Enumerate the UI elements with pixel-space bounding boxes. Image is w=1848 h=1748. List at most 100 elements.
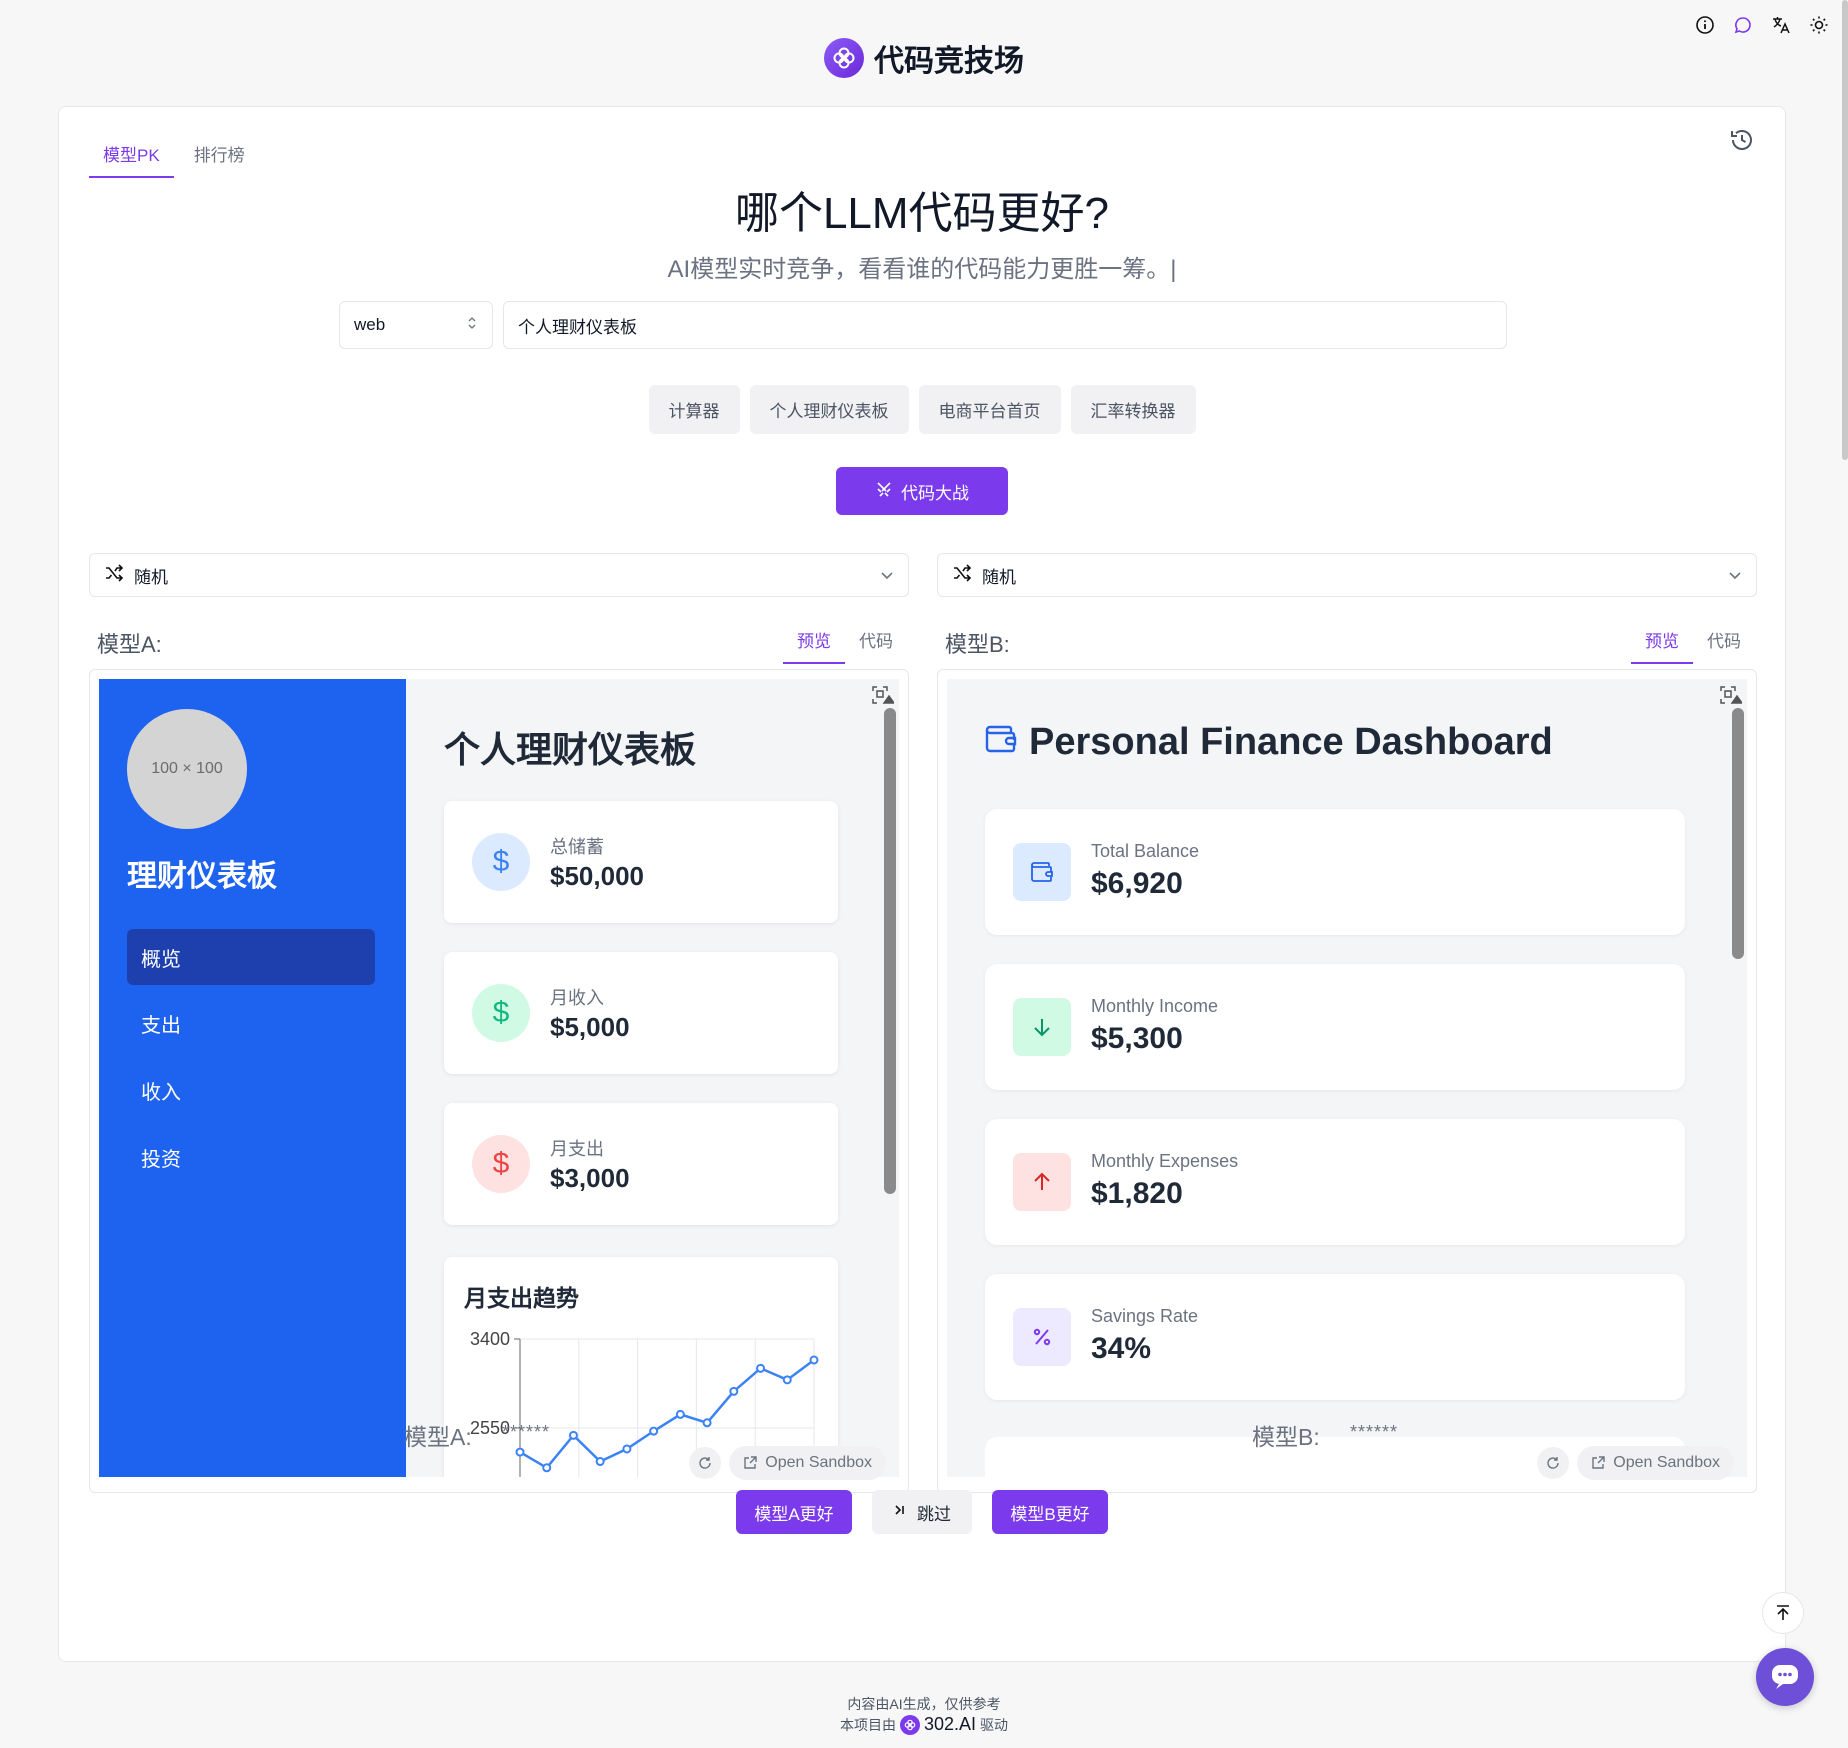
- chevron-down-icon: [880, 565, 894, 585]
- stat-label: 月收入: [550, 988, 604, 1008]
- chart-card: 月支出趋势 3400 2550 1700: [444, 1257, 838, 1477]
- wallet-icon: [985, 721, 1017, 764]
- stat-label: 总储蓄: [550, 837, 604, 857]
- chart-point: [542, 1463, 552, 1473]
- type-select-value: web: [354, 315, 386, 334]
- chart-point: [782, 1375, 792, 1385]
- stat-value: 34%: [1091, 1332, 1152, 1365]
- skip-icon: [893, 1502, 907, 1522]
- swords-icon: [875, 480, 893, 503]
- sidebar-item-overview[interactable]: 概览: [127, 929, 375, 985]
- history-icon[interactable]: [1727, 125, 1757, 155]
- fullscreen-icon[interactable]: [868, 680, 898, 710]
- footer-prefix: 本项目由: [839, 1716, 896, 1733]
- tab-preview-a[interactable]: 预览: [783, 613, 845, 664]
- arrow-down-icon: [1013, 998, 1071, 1056]
- a-sidebar: 100 × 100 理财仪表板 概览 支出 收入 投资: [99, 679, 406, 1477]
- chat-icon: [1772, 1665, 1798, 1689]
- shuffle-icon: [952, 563, 972, 587]
- prompt-input[interactable]: [503, 301, 1507, 349]
- vote-a-better-button[interactable]: 模型A更好: [736, 1490, 852, 1534]
- stat-value: $5,300: [1091, 1022, 1183, 1055]
- model-a-select[interactable]: 随机: [89, 553, 909, 597]
- example-chips: 计算器 个人理财仪表板 电商平台首页 汇率转换器: [59, 385, 1785, 434]
- stat-value: $6,920: [1091, 867, 1183, 900]
- chip-finance-dashboard[interactable]: 个人理财仪表板: [749, 385, 909, 434]
- open-sandbox-label: Open Sandbox: [1613, 1454, 1720, 1471]
- preview-a-scrollbar[interactable]: [884, 708, 896, 1468]
- chart-point: [595, 1457, 605, 1467]
- model-b-select[interactable]: 随机: [937, 553, 1757, 597]
- stat-card-monthly-income: Monthly Income $5,300: [985, 964, 1685, 1090]
- footer-suffix: 驱动: [980, 1716, 1009, 1733]
- preview-a-frame: 100 × 100 理财仪表板 概览 支出 收入 投资 个人理财仪表板 $ 总储…: [99, 679, 899, 1477]
- vote-b-better-button[interactable]: 模型B更好: [992, 1490, 1108, 1534]
- external-link-icon: [744, 1456, 757, 1469]
- scrollbar-thumb[interactable]: [884, 708, 896, 1194]
- chat-button[interactable]: [1756, 1648, 1814, 1706]
- refresh-icon[interactable]: [1537, 1447, 1570, 1479]
- stat-label: 月支出: [550, 1139, 604, 1159]
- tab-model-pk[interactable]: 模型PK: [89, 129, 174, 178]
- sidebar-item-expenses[interactable]: 支出: [127, 995, 375, 1051]
- chip-currency-converter[interactable]: 汇率转换器: [1070, 385, 1196, 434]
- open-sandbox-button[interactable]: Open Sandbox: [729, 1446, 886, 1480]
- sidebar-item-income[interactable]: 收入: [127, 1062, 375, 1118]
- main-card: 模型PK 排行榜 哪个LLM代码更好? AI模型实时竞争，看看谁的代码能力更胜一…: [58, 106, 1786, 1662]
- dollar-icon: $: [472, 833, 530, 891]
- stat-card-savings: $ 总储蓄 $50,000: [444, 801, 838, 923]
- model-b-label: 模型B:: [945, 632, 1010, 657]
- preview-b-frame: Personal Finance Dashboard Total Balance…: [947, 679, 1747, 1477]
- scroll-to-top-button[interactable]: [1762, 1592, 1804, 1634]
- hero-subtitle: AI模型实时竞争，看看谁的代码能力更胜一筹。|: [667, 256, 1177, 283]
- scrollbar-thumb[interactable]: [1732, 708, 1744, 959]
- model-a-select-value: 随机: [134, 567, 168, 587]
- model-a-label: 模型A:: [97, 632, 162, 657]
- sidebar-item-investment[interactable]: 投资: [127, 1129, 375, 1185]
- stat-card-expense: $ 月支出 $3,000: [444, 1103, 838, 1225]
- fullscreen-icon[interactable]: [1716, 680, 1746, 710]
- a-content: 个人理财仪表板 $ 总储蓄 $50,000 $ 月收入 $5,000 $ 月支出…: [406, 679, 899, 1477]
- result-b-label: 模型B:: [1252, 1424, 1320, 1450]
- chip-ecommerce-home[interactable]: 电商平台首页: [918, 385, 1061, 434]
- dollar-icon: $: [472, 984, 530, 1042]
- chart-point: [622, 1444, 632, 1454]
- page-title: Personal Finance Dashboard: [985, 721, 1553, 764]
- chevron-down-icon: [1728, 565, 1742, 585]
- chart-point: [756, 1363, 766, 1373]
- brand-name: 代码竞技场: [874, 45, 1024, 78]
- tab-leaderboard[interactable]: 排行榜: [180, 129, 259, 178]
- open-sandbox-button[interactable]: Open Sandbox: [1577, 1446, 1734, 1480]
- model-b-view-tabs: 预览 代码: [1631, 613, 1755, 664]
- avatar: 100 × 100: [127, 709, 247, 829]
- stat-value: $1,820: [1091, 1177, 1183, 1210]
- chip-calculator[interactable]: 计算器: [648, 385, 740, 434]
- footer-brand[interactable]: 302.AI: [924, 1714, 976, 1735]
- preview-b-scrollbar[interactable]: [1732, 708, 1744, 1468]
- refresh-icon[interactable]: [689, 1447, 722, 1479]
- arrow-up-to-line-icon: [1777, 1605, 1789, 1620]
- chart-point: [675, 1409, 685, 1419]
- b-content: Personal Finance Dashboard Total Balance…: [947, 679, 1747, 1477]
- code-battle-label: 代码大战: [901, 483, 969, 503]
- result-a-label: 模型A:: [404, 1424, 472, 1450]
- skip-button[interactable]: 跳过: [872, 1490, 972, 1534]
- tab-code-a[interactable]: 代码: [845, 613, 907, 664]
- sidebar-title: 理财仪表板: [127, 860, 277, 893]
- external-link-icon: [1592, 1456, 1605, 1469]
- shuffle-icon: [104, 563, 124, 587]
- hero-title: 哪个LLM代码更好?: [734, 189, 1110, 238]
- chart-tick-label: 3400: [470, 1329, 510, 1349]
- result-b-value: ******: [1350, 1422, 1399, 1442]
- chart-point: [729, 1386, 739, 1396]
- stat-card-monthly-expenses: Monthly Expenses $1,820: [985, 1119, 1685, 1245]
- sandbox-bar: Open Sandbox: [1537, 1446, 1734, 1480]
- footer-powered-by: 本项目由 302.AI 驱动: [0, 1714, 1848, 1735]
- wallet-icon: [1013, 843, 1071, 901]
- open-sandbox-label: Open Sandbox: [765, 1454, 872, 1471]
- code-battle-button[interactable]: 代码大战: [836, 467, 1008, 515]
- tab-code-b[interactable]: 代码: [1693, 613, 1755, 664]
- page-title: 个人理财仪表板: [444, 729, 697, 770]
- type-select[interactable]: web: [339, 301, 493, 349]
- tab-preview-b[interactable]: 预览: [1631, 613, 1693, 664]
